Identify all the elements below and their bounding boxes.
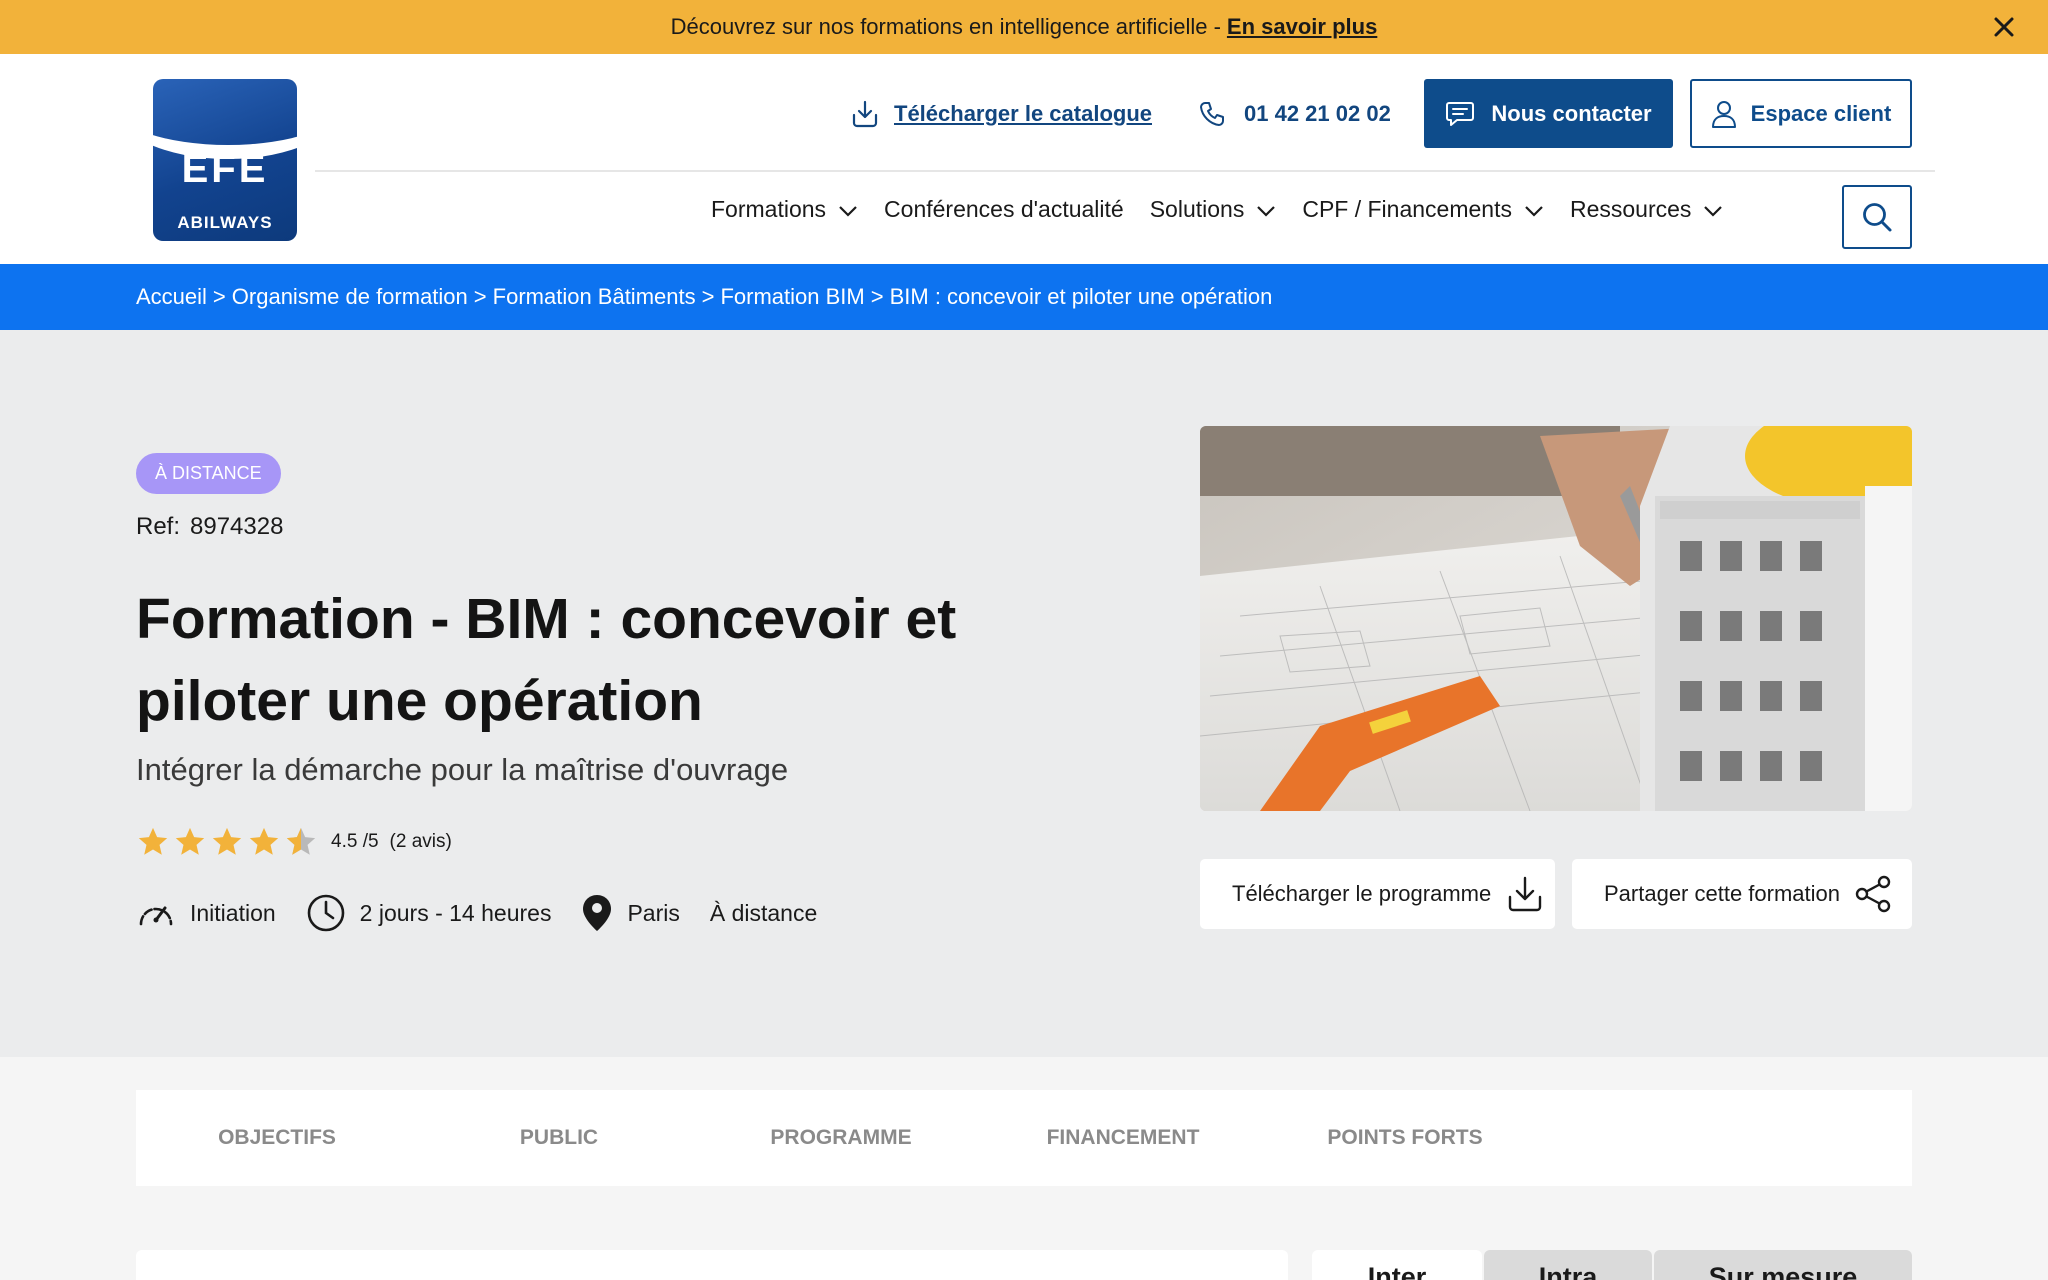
logo-efe-text: EFE <box>181 147 269 191</box>
tab-public[interactable]: PUBLIC <box>418 1126 700 1150</box>
breadcrumb: Accueil > Organisme de formation > Forma… <box>0 264 2048 330</box>
duration-info: 2 jours - 14 heures <box>306 893 552 933</box>
client-area-label: Espace client <box>1750 100 1892 126</box>
header-divider <box>315 170 1935 172</box>
clock-icon <box>307 894 344 932</box>
contact-button[interactable]: Nous contacter <box>1424 79 1673 148</box>
close-icon[interactable] <box>1990 13 2018 41</box>
gauge-icon <box>139 906 173 926</box>
search-icon <box>1863 203 1892 232</box>
nav-label: Solutions <box>1149 195 1245 222</box>
tab-programme[interactable]: PROGRAMME <box>700 1126 982 1150</box>
search-button[interactable] <box>1842 185 1912 249</box>
section-tabs: OBJECTIFS PUBLIC PROGRAMME FINANCEMENT P… <box>136 1090 1912 1186</box>
content-card <box>136 1250 1288 1280</box>
client-area-button[interactable]: Espace client <box>1690 79 1912 148</box>
nav-item-conferences[interactable]: Conférences d'actualité <box>884 196 1124 223</box>
tab-inter[interactable]: Inter <box>1312 1250 1482 1280</box>
breadcrumb-separator: > <box>870 284 884 309</box>
delivery-badge: À DISTANCE <box>136 453 281 494</box>
announcement-text: Découvrez sur nos formations en intellig… <box>670 14 1221 39</box>
course-meta: Initiation 2 jours - 14 heures Paris À d… <box>136 892 847 934</box>
half-star-icon <box>286 827 316 855</box>
rating-score: 4.5 /5 <box>331 831 379 852</box>
page-title: Formation - BIM : concevoir et piloter u… <box>136 587 957 733</box>
tab-objectifs[interactable]: OBJECTIFS <box>136 1126 418 1150</box>
location-mode-label: À distance <box>709 899 818 926</box>
nav-item-solutions[interactable]: Solutions <box>1150 196 1277 223</box>
ref-label: Ref: <box>136 513 181 540</box>
phone-number: 01 42 21 02 02 <box>1244 101 1391 126</box>
nav-item-formations[interactable]: Formations <box>711 196 858 223</box>
tab-financement[interactable]: FINANCEMENT <box>982 1126 1264 1150</box>
location-pin-icon <box>583 895 612 931</box>
page-subtitle: Intégrer la démarche pour la maîtrise d'… <box>136 752 789 787</box>
star-icon <box>249 827 279 855</box>
architect-drawing-illustration <box>1200 426 1912 811</box>
breadcrumb-separator: > <box>701 284 715 309</box>
star-icon <box>138 827 168 855</box>
rating: 4.5 /5 (2 avis) <box>136 824 452 860</box>
main-nav: Formations Conférences d'actualité Solut… <box>711 184 1749 234</box>
chat-icon <box>1446 101 1475 126</box>
breadcrumb-item-accueil[interactable]: Accueil <box>136 284 207 310</box>
ref-value: 8974328 <box>190 513 284 540</box>
share-icon <box>1855 875 1891 913</box>
location-label: Paris <box>627 899 680 926</box>
chevron-down-icon <box>1704 205 1723 217</box>
download-program-label: Télécharger le programme <box>1232 881 1492 906</box>
chevron-down-icon <box>839 205 857 217</box>
tab-points-forts[interactable]: POINTS FORTS <box>1264 1126 1546 1150</box>
nav-item-cpf-financements[interactable]: CPF / Financements <box>1302 196 1544 223</box>
nav-label: Formations <box>711 195 827 222</box>
location-info: Paris À distance <box>581 893 817 933</box>
course-ref: Ref: 8974328 <box>136 513 283 541</box>
rating-count[interactable]: (2 avis) <box>390 831 452 853</box>
nav-item-ressources[interactable]: Ressources <box>1570 196 1723 223</box>
duration-label: 2 jours - 14 heures <box>359 899 552 926</box>
breadcrumb-separator: > <box>473 284 487 309</box>
site-header: EFE ABILWAYS Télécharger le catalogue 01… <box>0 54 2048 264</box>
nav-label: CPF / Financements <box>1302 195 1512 222</box>
user-icon <box>1711 100 1736 128</box>
star-icon <box>175 827 205 855</box>
breadcrumb-item-batiments[interactable]: Formation Bâtiments <box>493 284 696 310</box>
download-icon <box>1509 876 1542 912</box>
breadcrumb-separator: > <box>212 284 226 309</box>
nav-label: Conférences d'actualité <box>884 195 1124 222</box>
announcement-bar: Découvrez sur nos formations en intellig… <box>0 0 2048 54</box>
star-icon <box>212 827 242 855</box>
chevron-down-icon <box>1525 205 1543 217</box>
breadcrumb-item-organisme[interactable]: Organisme de formation <box>232 284 468 310</box>
share-label: Partager cette formation <box>1604 881 1841 906</box>
share-button[interactable]: Partager cette formation <box>1572 859 1912 929</box>
tab-sur-mesure[interactable]: Sur mesure <box>1654 1250 1912 1280</box>
course-image <box>1200 426 1912 811</box>
level-info: Initiation <box>136 896 276 930</box>
course-hero: À DISTANCE Ref: 8974328 Formation - BIM :… <box>0 330 2048 1057</box>
phone-link[interactable]: 01 42 21 02 02 <box>1198 92 1391 136</box>
download-program-button[interactable]: Télécharger le programme <box>1200 859 1555 929</box>
logo-abilways-text: ABILWAYS <box>177 213 273 232</box>
breadcrumb-item-current: BIM : concevoir et piloter une opération <box>889 284 1273 309</box>
announcement-link[interactable]: En savoir plus <box>1227 14 1377 40</box>
tab-intra[interactable]: Intra <box>1484 1250 1652 1280</box>
chevron-down-icon <box>1257 205 1276 217</box>
download-catalog-label: Télécharger le catalogue <box>894 101 1152 126</box>
phone-icon <box>1200 102 1224 126</box>
format-tabs: Inter Intra Sur mesure <box>1312 1250 1912 1280</box>
download-icon <box>852 100 878 128</box>
breadcrumb-item-bim[interactable]: Formation BIM <box>720 284 864 310</box>
download-catalog-link[interactable]: Télécharger le catalogue <box>850 92 1152 136</box>
contact-label: Nous contacter <box>1491 100 1652 126</box>
level-label: Initiation <box>190 899 276 926</box>
efe-logo[interactable]: EFE ABILWAYS <box>153 79 297 241</box>
nav-label: Ressources <box>1569 195 1692 222</box>
